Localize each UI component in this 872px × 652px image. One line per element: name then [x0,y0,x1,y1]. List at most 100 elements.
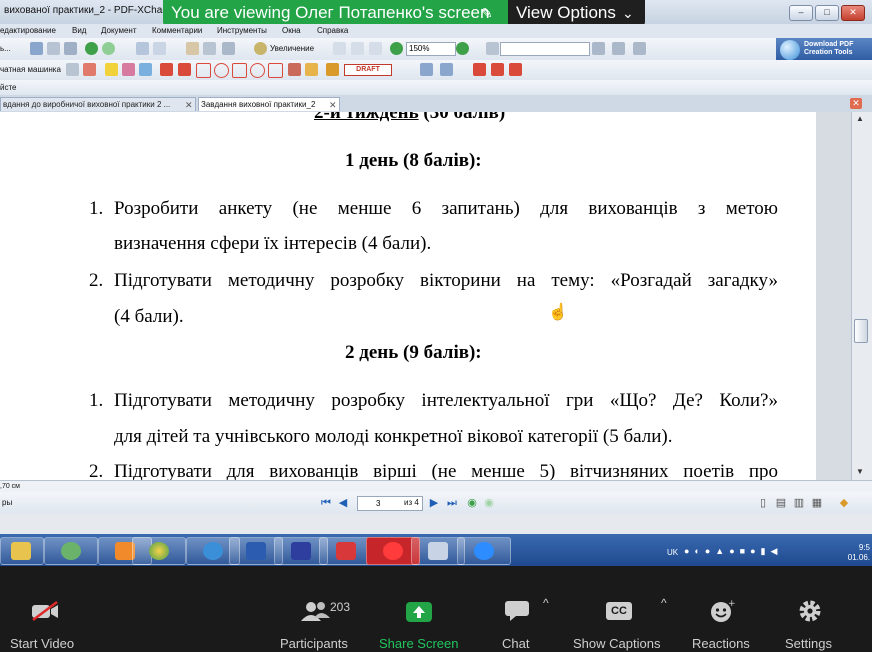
maximize-button[interactable]: □ [815,5,839,21]
start-video-label[interactable]: Start Video [10,636,74,651]
document-page[interactable]: 2-й тиждень (30 балів) 1 день (8 балів):… [0,112,851,480]
search-field[interactable] [500,42,590,56]
hand-tool-icon[interactable] [186,42,199,55]
email-icon[interactable] [64,42,77,55]
measure-distance-icon[interactable] [473,63,486,76]
taskbar-explorer[interactable] [0,537,44,565]
arrow-icon[interactable] [160,63,173,76]
find-next-icon[interactable] [612,42,625,55]
scroll-up-icon[interactable]: ▲ [856,114,864,123]
participants-icon[interactable] [300,600,334,622]
measure-perimeter-icon[interactable] [491,63,504,76]
highlight-icon[interactable] [105,63,118,76]
stamp-icon[interactable] [326,63,339,76]
menu-view[interactable]: Вид [72,26,86,35]
forward-icon[interactable] [102,42,115,55]
previous-page-icon[interactable]: ◀ [337,497,349,509]
video-off-icon[interactable] [30,600,60,622]
chat-label[interactable]: Chat [502,636,529,651]
back-icon[interactable] [85,42,98,55]
menu-help[interactable]: Справка [317,26,348,35]
toolbar3-label[interactable]: йсте [0,83,17,92]
layout-options-icon[interactable]: ◆ [838,497,850,509]
pages-icon[interactable] [136,42,149,55]
polygon-icon[interactable] [232,63,247,78]
menu-windows[interactable]: Окна [282,26,301,35]
chat-options-chevron-icon[interactable]: ^ [543,596,549,610]
forward-view-icon[interactable]: ◉ [483,497,495,509]
rectangle-icon[interactable] [196,63,211,78]
taskbar-start[interactable] [132,537,186,565]
chat-icon[interactable] [504,600,530,622]
tray-icons[interactable]: ●◐●▲●■●▮◀ [684,546,834,558]
participants-label[interactable]: Participants [280,636,348,651]
zoom-in-icon[interactable] [456,42,469,55]
scroll-thumb[interactable] [854,319,868,343]
save-icon[interactable] [30,42,43,55]
captions-icon[interactable]: CC [606,602,632,620]
menu-comments[interactable]: Комментарии [152,26,202,35]
menu-document[interactable]: Документ [101,26,137,35]
first-page-icon[interactable]: ⏮ [320,497,332,509]
fit-width-icon[interactable] [369,42,382,55]
scroll-down-icon[interactable]: ▼ [856,467,864,476]
typewriter-label[interactable]: чатная машинка [0,65,61,74]
captions-options-chevron-icon[interactable]: ^ [661,596,667,610]
share-screen-icon[interactable] [406,602,432,622]
continuous-facing-icon[interactable]: ▦ [811,497,823,509]
view-options-button[interactable]: View Options ⌄ [508,0,645,26]
share-screen-label[interactable]: Share Screen [379,636,459,651]
find-icon[interactable] [592,42,605,55]
note-icon[interactable] [66,63,79,76]
zoom-out-icon[interactable] [390,42,403,55]
show-captions-label[interactable]: Show Captions [573,636,660,651]
reactions-icon[interactable]: + [709,599,736,623]
tab-practice-tasks[interactable]: Завдання виховної практики_2 ✕ [198,97,340,111]
strikeout-icon[interactable] [122,63,135,76]
close-tab-icon[interactable]: ✕ [329,98,337,111]
select-text-icon[interactable] [203,42,216,55]
actual-size-icon[interactable] [333,42,346,55]
ellipse-icon[interactable] [214,63,229,78]
sound-icon[interactable] [440,63,453,76]
facing-icon[interactable]: ▥ [793,497,805,509]
back-view-icon[interactable]: ◉ [466,497,478,509]
text-icon[interactable] [139,63,152,76]
clock[interactable]: 9:5 01.06. [846,543,870,563]
thumbnails-icon[interactable] [153,42,166,55]
settings-label[interactable]: Settings [785,636,832,651]
vertical-scrollbar[interactable]: ▲ ▼ [851,112,872,480]
taskbar-zoom[interactable] [457,537,511,565]
last-page-icon[interactable]: ⏭ [446,497,458,509]
fit-page-icon[interactable] [351,42,364,55]
toolbar-left-label[interactable]: ь... [0,44,11,53]
eraser-icon[interactable] [305,63,318,76]
single-page-icon[interactable]: ▯ [757,497,769,509]
zoom-icon[interactable] [254,42,267,55]
line-icon[interactable] [178,63,191,76]
close-tab-icon[interactable]: ✕ [185,98,193,111]
measure-area-icon[interactable] [509,63,522,76]
callout-icon[interactable] [83,63,96,76]
link-icon[interactable] [486,42,499,55]
keyboard-language[interactable]: UK [667,548,678,557]
tab-internship-tasks[interactable]: вдання до виробничої виховної практики 2… [0,97,196,111]
polyline-icon[interactable] [268,63,283,78]
minimize-button[interactable]: – [789,5,813,21]
close-document-icon[interactable]: ✕ [850,98,862,109]
close-window-button[interactable]: ✕ [841,5,865,21]
gear-icon[interactable] [798,599,822,623]
snapshot-icon[interactable] [222,42,235,55]
print-icon[interactable] [47,42,60,55]
reactions-label[interactable]: Reactions [692,636,750,651]
pencil-icon[interactable] [288,63,301,76]
continuous-icon[interactable]: ▤ [775,497,787,509]
taskbar-network[interactable] [44,537,98,565]
cloud-icon[interactable] [250,63,265,78]
draft-stamp[interactable]: DRAFT [344,64,392,76]
menu-tools[interactable]: Инструменты [217,26,267,35]
download-pdf-tools-button[interactable]: Download PDF Creation Tools [776,38,872,62]
zoom-level-field[interactable]: 150% [406,42,456,56]
next-page-icon[interactable]: ▶ [428,497,440,509]
pen-icon[interactable]: ✎ [481,0,493,26]
